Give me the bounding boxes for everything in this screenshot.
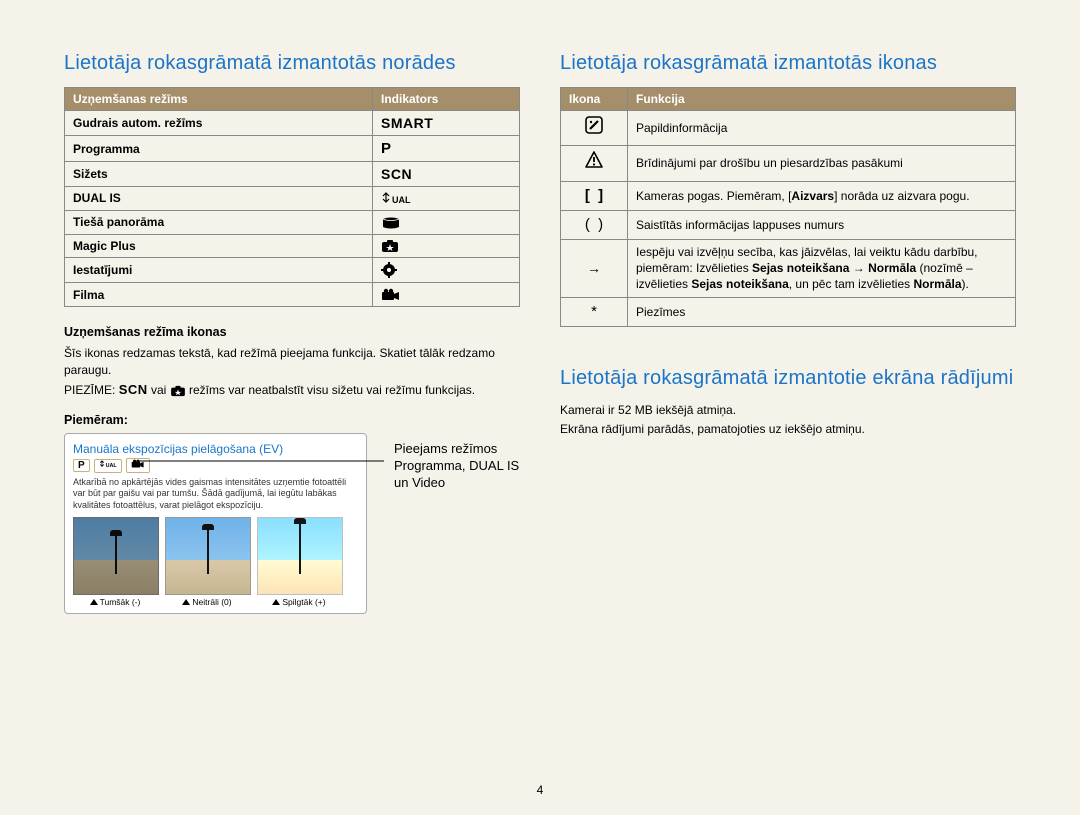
icon-cell: ( ) — [561, 210, 628, 239]
annotation-connector — [134, 453, 394, 469]
mode-name: Gudrais autom. režīms — [65, 111, 373, 136]
table-row: DUAL IS UAL — [65, 187, 520, 211]
table-row: Brīdinājumi par drošību un piesardzības … — [561, 146, 1016, 181]
heading-icons: Lietotāja rokasgrāmatā izmantotās ikonas — [560, 52, 1016, 75]
paragraph: Kamerai ir 52 MB iekšējā atmiņa. — [560, 402, 1016, 419]
magic-plus-icon — [381, 239, 399, 253]
annotation-text: Pieejams režīmos Programma, DUAL IS un V… — [394, 441, 534, 492]
function-text: Saistītās informācijas lappuses numurs — [628, 210, 1016, 239]
shooting-modes-table: Uzņemšanas režīms Indikators Gudrais aut… — [64, 87, 520, 307]
thumb-darker: Tumšāk (-) — [73, 517, 157, 607]
function-text: Iespēju vai izvēļņu secība, kas jāizvēla… — [628, 240, 1016, 298]
warning-icon — [584, 150, 604, 170]
triangle-icon — [272, 599, 280, 605]
table-row: * Piezīmes — [561, 297, 1016, 326]
icon-cell: → — [561, 240, 628, 298]
thumb-neutral: Neitrāli (0) — [165, 517, 249, 607]
th-indicator: Indikators — [373, 88, 520, 111]
heading-screen-displays: Lietotāja rokasgrāmatā izmantotie ekrāna… — [560, 367, 1016, 390]
table-row: Programma P — [65, 136, 520, 162]
mode-indicator: P — [373, 136, 520, 162]
mode-indicator: UAL — [373, 187, 520, 211]
example-thumbnails: Tumšāk (-) Neitrāli (0) Spilgtāk (+) — [73, 517, 358, 607]
right-column: Lietotāja rokasgrāmatā izmantotās ikonas… — [560, 52, 1016, 795]
th-mode: Uzņemšanas režīms — [65, 88, 373, 111]
mode-name: Magic Plus — [65, 234, 373, 258]
mode-name: Sižets — [65, 162, 373, 187]
mode-indicator: SMART — [373, 111, 520, 136]
panorama-icon — [381, 216, 401, 230]
th-function: Funkcija — [628, 88, 1016, 111]
svg-text:UAL: UAL — [105, 462, 116, 468]
mode-name: Tiešā panorāma — [65, 210, 373, 234]
video-icon — [381, 288, 401, 302]
heading-indications: Lietotāja rokasgrāmatā izmantotās norāde… — [64, 52, 520, 75]
icon-cell — [561, 111, 628, 146]
page-number: 4 — [537, 783, 544, 797]
manual-page: Lietotāja rokasgrāmatā izmantotās norāde… — [0, 0, 1080, 815]
mode-indicator — [373, 258, 520, 283]
mode-name: Filma — [65, 283, 373, 307]
table-row: Tiešā panorāma — [65, 210, 520, 234]
example-label: Piemēram: — [64, 413, 520, 427]
tag-p: P — [73, 459, 90, 472]
mode-indicator — [373, 210, 520, 234]
icon-cell — [561, 146, 628, 181]
dual-is-icon: UAL — [381, 192, 411, 206]
table-row: Sižets SCN — [65, 162, 520, 187]
mode-indicator — [373, 283, 520, 307]
svg-text:UAL: UAL — [392, 195, 411, 205]
mode-name: DUAL IS — [65, 187, 373, 211]
icon-cell: [ ] — [561, 181, 628, 210]
table-row: [ ] Kameras pogas. Piemēram, [Aizvars] n… — [561, 181, 1016, 210]
left-column: Lietotāja rokasgrāmatā izmantotās norāde… — [64, 52, 520, 795]
gear-icon — [381, 262, 397, 278]
triangle-icon — [90, 599, 98, 605]
function-text: Kameras pogas. Piemēram, [Aizvars] norād… — [628, 181, 1016, 210]
table-row: ( ) Saistītās informācijas lappuses numu… — [561, 210, 1016, 239]
note-paragraph: PIEZĪME: SCN vai režīms var neatbalstīt … — [64, 381, 520, 399]
table-row: Magic Plus — [65, 234, 520, 258]
info-note-icon — [584, 115, 604, 135]
thumb-image — [165, 517, 251, 595]
table-row: Papildinformācija — [561, 111, 1016, 146]
magic-plus-icon — [170, 385, 186, 397]
function-text: Piezīmes — [628, 297, 1016, 326]
thumb-brighter: Spilgtāk (+) — [257, 517, 341, 607]
tag-dual-is: UAL — [94, 459, 122, 473]
mode-indicator — [373, 234, 520, 258]
paragraph: Šīs ikonas redzamas tekstā, kad režīmā p… — [64, 345, 520, 379]
table-row: → Iespēju vai izvēļņu secība, kas jāizvē… — [561, 240, 1016, 298]
thumb-image — [73, 517, 159, 595]
th-icon: Ikona — [561, 88, 628, 111]
mode-indicator: SCN — [373, 162, 520, 187]
table-row: Iestatījumi — [65, 258, 520, 283]
subheading-mode-icons: Uzņemšanas režīma ikonas — [64, 325, 520, 339]
mode-name: Programma — [65, 136, 373, 162]
example-description: Atkarībā no apkārtējās vides gaismas int… — [73, 477, 358, 511]
table-row: Gudrais autom. režīms SMART — [65, 111, 520, 136]
table-row: Filma — [65, 283, 520, 307]
function-text: Papildinformācija — [628, 111, 1016, 146]
function-text: Brīdinājumi par drošību un piesardzības … — [628, 146, 1016, 181]
thumb-image — [257, 517, 343, 595]
icon-functions-table: Ikona Funkcija Papildinformācija — [560, 87, 1016, 327]
icon-cell: * — [561, 297, 628, 326]
mode-name: Iestatījumi — [65, 258, 373, 283]
paragraph: Ekrāna rādījumi parādās, pamatojoties uz… — [560, 421, 1016, 438]
triangle-icon — [182, 599, 190, 605]
